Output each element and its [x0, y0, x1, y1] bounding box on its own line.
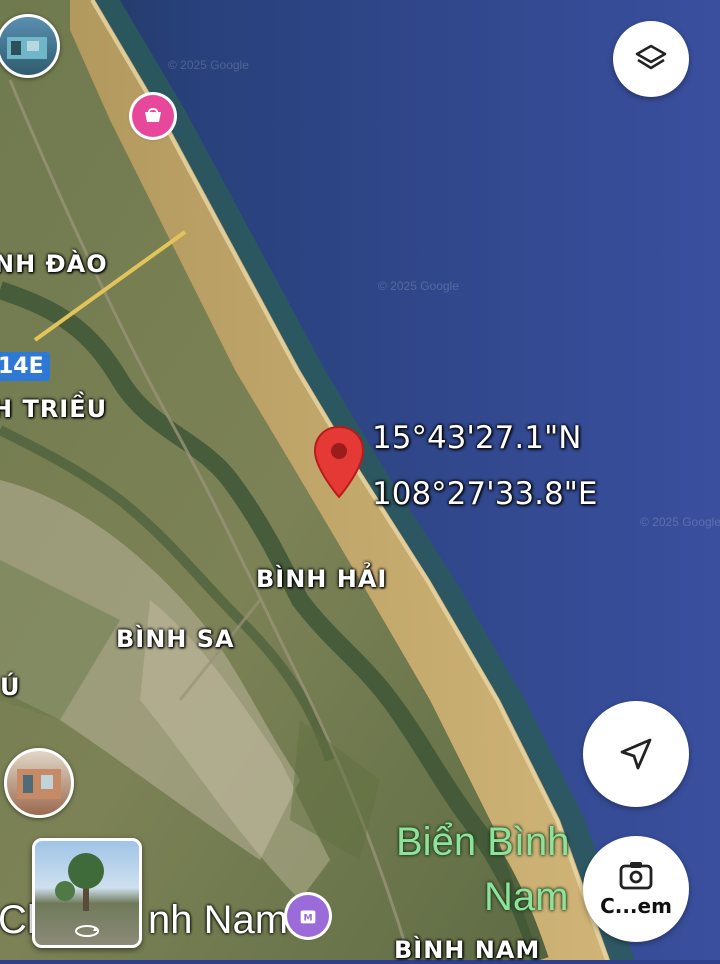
- svg-text:M: M: [303, 913, 312, 924]
- watermark: © 2025 Google: [640, 515, 720, 529]
- route-shield: 14E: [0, 352, 50, 381]
- photo-thumbnail[interactable]: [4, 748, 74, 818]
- my-location-button[interactable]: [583, 701, 689, 807]
- latitude-readout: 15°43'27.1"N: [372, 420, 582, 456]
- place-label[interactable]: H TRIỀU: [0, 395, 107, 423]
- map-pin-icon[interactable]: [313, 425, 365, 501]
- poi-pink-marker[interactable]: [132, 95, 174, 137]
- bottom-place-label[interactable]: nh Nam: [148, 898, 288, 943]
- watermark: © 2025 Google: [378, 279, 459, 293]
- watermark: © 2025 Google: [168, 58, 249, 72]
- area-label[interactable]: Nam: [484, 875, 568, 920]
- place-label[interactable]: NH ĐÀO: [0, 250, 108, 278]
- shop-icon: M: [300, 910, 316, 924]
- layers-icon: [635, 44, 667, 70]
- street-view-preview[interactable]: [32, 838, 142, 948]
- camera-search-icon: [619, 862, 653, 890]
- poi-purple-marker[interactable]: M: [287, 895, 329, 937]
- place-label[interactable]: BÌNH HẢI: [256, 565, 387, 593]
- navigation-arrow-icon: [620, 738, 652, 770]
- place-photo-icon: [7, 37, 47, 59]
- layers-button[interactable]: [613, 21, 689, 97]
- rotate-360-icon: [75, 925, 99, 937]
- camera-button-label: C...em: [600, 894, 672, 918]
- place-label[interactable]: BÌNH SA: [116, 625, 235, 653]
- store-icon: [145, 108, 161, 122]
- place-label[interactable]: Ú: [0, 673, 21, 701]
- place-photo-icon: [17, 769, 61, 799]
- area-label[interactable]: Biển Bình: [396, 820, 569, 865]
- camera-search-button[interactable]: C...em: [583, 836, 689, 942]
- longitude-readout: 108°27'33.8"E: [372, 476, 598, 512]
